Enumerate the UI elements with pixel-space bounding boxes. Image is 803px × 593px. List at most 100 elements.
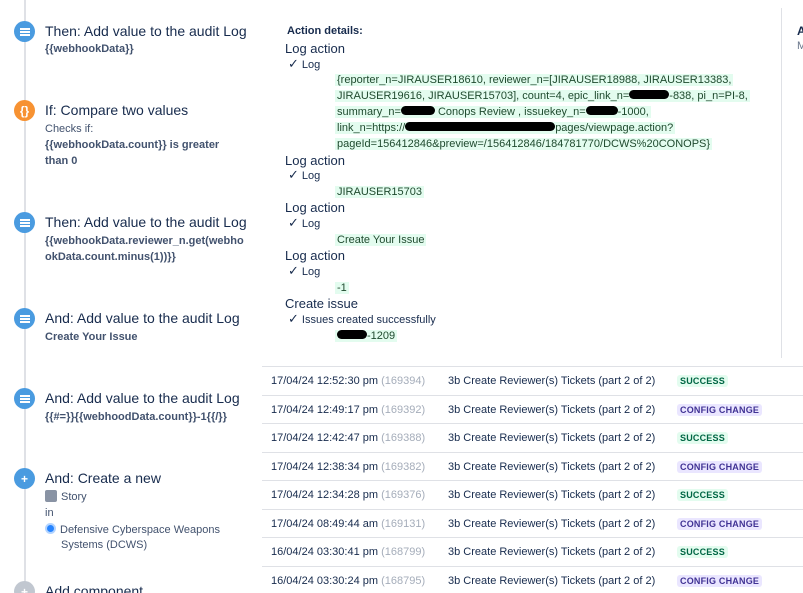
rule-name: 3b Create Reviewer(s) Tickets (part 2 of…	[448, 460, 656, 473]
table-row[interactable]: 17/04/24 12:42:47 pm (169388) 3b Create …	[262, 423, 803, 452]
value-line: {reporter_n=JIRAUSER18610, reviewer_n=[J…	[335, 74, 734, 86]
panel-divider	[781, 8, 782, 358]
value-line: JIRAUSER15703	[335, 186, 424, 198]
rule-name: 3b Create Reviewer(s) Tickets (part 2 of…	[448, 375, 656, 387]
timestamp: 17/04/24 08:49:44 am	[271, 517, 379, 530]
check-label: Log	[301, 218, 321, 230]
status-badge: SUCCESS	[677, 432, 728, 444]
row-timestamp: 17/04/24 12:42:47 pm (169388)	[271, 432, 425, 444]
action-value: JIRAUSER15703	[335, 184, 424, 200]
step-title: And: Add value to the audit Log	[45, 390, 240, 406]
project-icon	[45, 523, 56, 534]
redaction	[337, 330, 367, 339]
step-title: Then: Add value to the audit Log	[45, 214, 247, 230]
row-timestamp: 16/04/24 03:30:41 pm (168799)	[271, 546, 425, 558]
add-icon: +	[14, 468, 35, 489]
value-line: -1	[335, 282, 349, 294]
checkmark-icon: ✓	[288, 167, 299, 182]
rule-name: 3b Create Reviewer(s) Tickets (part 2 of…	[448, 546, 656, 558]
value-line: link_n=https:// pages/viewpage.action?	[335, 122, 676, 134]
timestamp: 16/04/24 03:30:41 pm	[271, 546, 379, 558]
redaction	[400, 106, 435, 115]
timestamp: 17/04/24 12:34:28 pm	[271, 489, 379, 501]
project-line-2: Systems (DCWS)	[61, 539, 148, 551]
step-value: {{webhookData}}	[45, 43, 134, 55]
value-line: Create Your Issue	[335, 234, 427, 246]
row-timestamp: 16/04/24 03:30:24 pm (168795)	[271, 575, 425, 587]
action-check: ✓ Log	[288, 263, 320, 279]
edge-text: M	[797, 40, 803, 52]
check-label: Log	[301, 266, 321, 278]
step-title: And: Add value to the audit Log	[45, 310, 240, 326]
table-row[interactable]: 17/04/24 12:49:17 pm (169392) 3b Create …	[262, 394, 803, 424]
story-icon	[45, 490, 57, 502]
issue-type-label: Story	[61, 491, 87, 503]
action-value: Create Your Issue	[335, 232, 427, 248]
status-badge: SUCCESS	[677, 375, 728, 387]
table-row[interactable]: 17/04/24 12:34:28 pm (169376) 3b Create …	[262, 480, 803, 509]
check-label: Issues created successfully	[301, 314, 436, 326]
condition-icon: {}	[14, 100, 35, 121]
action-check: ✓ Log	[288, 167, 320, 183]
table-row[interactable]: 16/04/24 03:30:41 pm (168799) 3b Create …	[262, 537, 803, 566]
redaction	[585, 106, 618, 115]
action-label: Log action	[285, 153, 345, 168]
check-label: Log	[301, 170, 321, 182]
checkmark-icon: ✓	[288, 56, 299, 71]
rule-name: 3b Create Reviewer(s) Tickets (part 2 of…	[448, 574, 656, 587]
row-id: (169392)	[381, 403, 426, 416]
row-timestamp: 17/04/24 12:34:28 pm (169376)	[271, 489, 425, 501]
step-title: And: Create a new	[45, 470, 161, 486]
checkmark-icon: ✓	[288, 215, 299, 230]
row-id: (168799)	[381, 546, 426, 558]
log-action-icon	[14, 388, 35, 409]
rule-name: 3b Create Reviewer(s) Tickets (part 2 of…	[448, 403, 656, 416]
row-id: (169394)	[381, 375, 426, 387]
in-label: in	[45, 507, 54, 519]
value-segment: Conops Review , issuekey_n=	[437, 106, 586, 118]
add-icon: +	[14, 581, 35, 593]
check-label: Log	[301, 59, 321, 71]
table-row[interactable]: 16/04/24 03:30:24 pm (168795) 3b Create …	[262, 565, 803, 593]
status-badge: CONFIG CHANGE	[677, 403, 763, 416]
audit-log-table: 17/04/24 12:52:30 pm (169394) 3b Create …	[262, 366, 803, 593]
action-check: ✓ Issues created successfully	[288, 311, 436, 327]
timestamp: 17/04/24 12:42:47 pm	[271, 432, 379, 444]
step-value-line-2: okData.count.minus(1))}}	[45, 251, 176, 263]
project-line-1: Defensive Cyberspace Weapons	[45, 523, 220, 536]
value-segment: -838, pi_n=PI-8,	[669, 90, 748, 102]
status-badge: SUCCESS	[677, 546, 728, 558]
checkmark-icon: ✓	[288, 263, 299, 278]
value-line: pageId=156412846&preview=/156412846/1847…	[335, 138, 713, 150]
value-segment: JIRAUSER19616, JIRAUSER15703], count=4, …	[337, 90, 630, 102]
value-segment: -1000,	[617, 106, 649, 118]
project-name: Defensive Cyberspace Weapons	[60, 524, 220, 536]
issue-type: Story	[45, 490, 87, 503]
row-id: (169382)	[381, 460, 426, 473]
edge-heading: A	[797, 24, 803, 38]
table-row[interactable]: 17/04/24 12:52:30 pm (169394) 3b Create …	[262, 366, 803, 395]
value-segment: -1209	[367, 330, 396, 342]
step-condition-line-1: {{webhookData.count}} is greater	[45, 139, 220, 151]
rule-name: 3b Create Reviewer(s) Tickets (part 2 of…	[448, 517, 656, 530]
log-action-icon	[14, 308, 35, 329]
row-id: (169388)	[381, 432, 426, 444]
value-line: JIRAUSER19616, JIRAUSER15703], count=4, …	[335, 90, 750, 102]
step-title: Then: Add value to the audit Log	[45, 23, 247, 39]
log-action-icon	[14, 21, 35, 42]
status-badge: CONFIG CHANGE	[677, 574, 763, 587]
action-label: Log action	[285, 200, 345, 215]
action-label: Create issue	[285, 296, 358, 311]
row-timestamp: 17/04/24 12:38:34 pm (169382)	[271, 461, 425, 473]
status-badge: CONFIG CHANGE	[677, 460, 763, 473]
action-check: ✓ Log	[288, 56, 320, 72]
row-timestamp: 17/04/24 12:52:30 pm (169394)	[271, 375, 425, 387]
table-row[interactable]: 17/04/24 08:49:44 am (169131) 3b Create …	[262, 508, 803, 538]
step-value: Create Your Issue	[45, 331, 138, 343]
rule-name: 3b Create Reviewer(s) Tickets (part 2 of…	[448, 489, 656, 501]
log-action-icon	[14, 212, 35, 233]
table-row[interactable]: 17/04/24 12:38:34 pm (169382) 3b Create …	[262, 451, 803, 481]
action-value: -1209	[335, 328, 398, 344]
row-id: (169376)	[381, 489, 426, 501]
action-details-panel: Action details: Log action ✓ Log {reporte…	[285, 0, 780, 360]
